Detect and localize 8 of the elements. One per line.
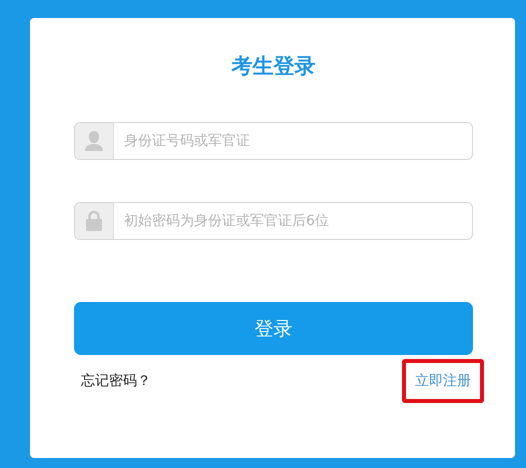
register-link[interactable]: 立即注册 [402, 359, 484, 403]
page-title: 考生登录 [230, 53, 316, 80]
input-field[interactable]: 初始密码为身份证或军官证后6位 [74, 202, 473, 240]
login-button[interactable]: 登录 [74, 302, 473, 355]
person-icon [84, 130, 104, 152]
lock-icon [85, 210, 103, 232]
forgot-password-link[interactable]: 忘记密码？ [81, 372, 151, 390]
input-field[interactable]: 身份证号码或军官证 [74, 122, 473, 160]
